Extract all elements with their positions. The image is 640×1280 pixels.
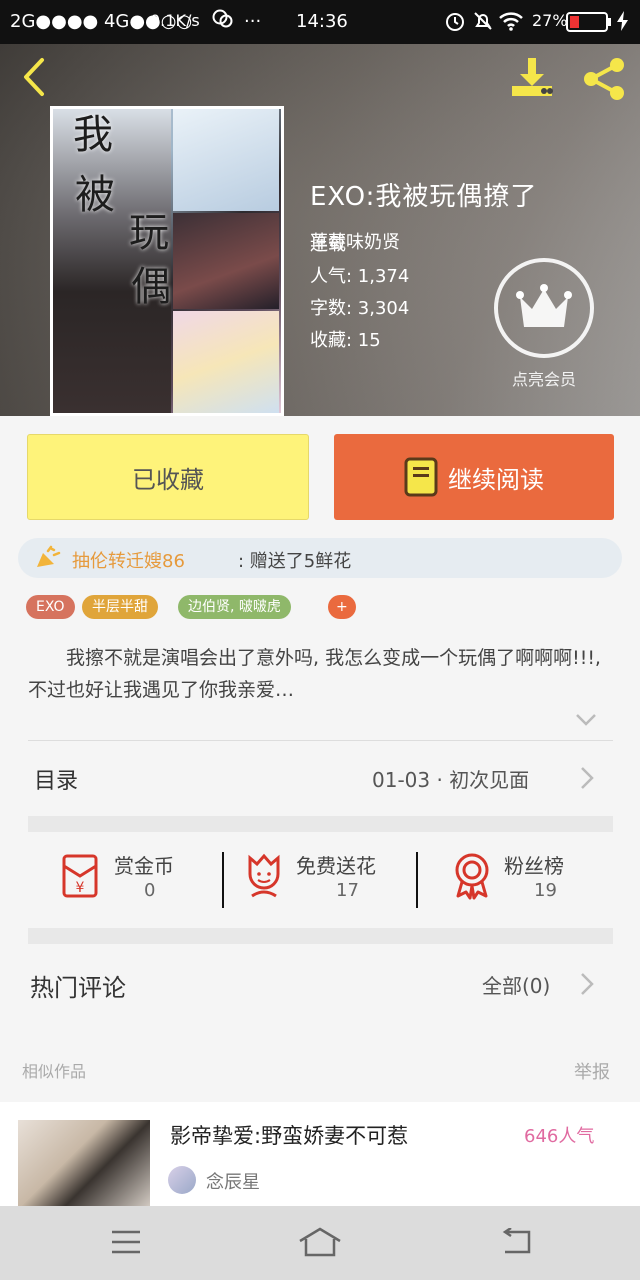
similar-book-card[interactable]: 影帝挚爱:野蛮娇妻不可惹 646人气 念辰星 <box>0 1102 640 1210</box>
book-word-count: 字数: 3,304 <box>310 298 410 319</box>
chevron-left-icon <box>24 58 44 96</box>
menu-icon <box>112 1230 140 1254</box>
svg-text:¥: ¥ <box>76 880 85 896</box>
chevron-right-icon <box>580 972 594 1000</box>
book-description: 我擦不就是演唱会出了意外吗, 我怎么变成一个玩偶了啊啊啊!!!, 不过也好让我遇… <box>28 647 601 701</box>
book-title: EXO:我被玩偶撩了 <box>310 182 538 212</box>
charging-icon <box>616 10 630 37</box>
report-button[interactable]: 举报 <box>574 1058 610 1084</box>
reward-coins-button[interactable]: ¥ 赏金币 0 <box>56 848 206 908</box>
similar-book-title: 影帝挚爱:野蛮娇妻不可惹 <box>170 1124 409 1148</box>
flower-message: : 赠送了5鲜花 <box>238 551 352 572</box>
clock: 14:36 <box>296 11 348 32</box>
book-icon <box>404 457 438 497</box>
red-envelope-icon: ¥ <box>56 852 104 904</box>
share-button[interactable] <box>580 56 630 102</box>
stat-separator <box>416 852 418 908</box>
flower-sender[interactable]: 抽伦转迁嫂86 <box>72 547 185 573</box>
vip-button[interactable]: 点亮会员 <box>492 258 596 389</box>
section-separator <box>28 816 613 832</box>
cover-title-char: 我 <box>73 112 113 158</box>
more-dots: ··· <box>244 11 262 32</box>
cover-title-char: 偶 <box>131 264 171 310</box>
home-icon <box>299 1227 341 1257</box>
back-nav-button[interactable] <box>494 1222 538 1262</box>
free-flower-label: 免费送花 <box>296 854 376 878</box>
collected-button[interactable]: 已收藏 <box>27 434 309 520</box>
section-separator <box>28 928 613 944</box>
free-flower-value: 17 <box>336 880 359 901</box>
add-tag-button[interactable]: + <box>328 595 356 619</box>
toc-label: 目录 <box>34 769 79 794</box>
continue-reading-button[interactable]: 继续阅读 <box>334 434 614 520</box>
fan-ranking-value: 19 <box>534 880 557 901</box>
cover-title-char: 玩 <box>129 210 169 256</box>
fan-ranking-button[interactable]: 粉丝榜 19 <box>450 848 600 908</box>
wechat-icon <box>212 8 234 35</box>
home-button[interactable] <box>298 1222 342 1262</box>
share-icon <box>584 58 624 100</box>
battery-percent: 27% <box>532 11 568 30</box>
cover-photo-boy-2 <box>173 311 279 413</box>
collected-label: 已收藏 <box>132 465 204 494</box>
author-avatar <box>168 1166 196 1194</box>
expand-chevron-icon[interactable] <box>574 712 598 732</box>
flower-gift-notice: 抽伦转迁嫂86 : 赠送了5鲜花 <box>18 538 622 578</box>
similar-works-label: 相似作品 <box>22 1062 87 1081</box>
download-icon <box>512 58 553 96</box>
book-cover[interactable]: 我 被 玩 偶 <box>50 106 284 416</box>
similar-book-popularity: 646人气 <box>524 1126 595 1147</box>
book-status: 连载 <box>310 234 346 255</box>
latest-chapter: 01-03 · 初次见面 <box>372 768 530 792</box>
vip-badge <box>494 258 594 358</box>
network-speed: 0.1K/s <box>150 11 200 30</box>
cover-photo-doll <box>173 109 279 211</box>
fan-ranking-label: 粉丝榜 <box>504 854 564 878</box>
cover-photo-boy-1 <box>173 213 279 309</box>
reward-coins-label: 赏金币 <box>114 854 174 878</box>
tag-exo[interactable]: EXO <box>26 595 75 619</box>
alarm-icon <box>444 10 466 37</box>
menu-button[interactable] <box>104 1222 148 1262</box>
back-button[interactable] <box>16 54 56 100</box>
wifi-icon <box>498 10 524 37</box>
all-comments-link[interactable]: 全部(0) <box>482 970 550 999</box>
hot-comments-label: 热门评论 <box>30 974 126 1002</box>
tag-sweet[interactable]: 半层半甜 <box>82 595 158 619</box>
similar-book-author: 念辰星 <box>206 1172 260 1193</box>
flower-icon <box>242 852 286 904</box>
cover-title-char: 被 <box>75 172 115 218</box>
book-header: 我 被 玩 偶 EXO:我被玩偶撩了 草莓味奶贤 连载 人气: 1,374 字数… <box>0 44 640 416</box>
stat-separator <box>222 852 224 908</box>
continue-reading-label: 继续阅读 <box>448 465 544 494</box>
free-flower-button[interactable]: 免费送花 17 <box>242 848 412 908</box>
book-favorites: 收藏: 15 <box>310 330 381 351</box>
return-icon <box>502 1228 531 1254</box>
mute-bell-icon <box>472 10 494 37</box>
vip-label: 点亮会员 <box>511 370 576 389</box>
cover-artwork: 我 被 玩 偶 <box>53 109 281 413</box>
crown-icon <box>516 284 572 327</box>
reward-coins-value: 0 <box>144 880 156 901</box>
status-bar: 2G●●●● 4G●●○○ 0.1K/s ··· 14:36 27% <box>0 0 640 44</box>
chevron-right-icon <box>580 766 594 794</box>
battery-icon <box>566 12 612 37</box>
divider <box>28 740 613 741</box>
book-popularity: 人气: 1,374 <box>310 266 410 287</box>
party-horn-icon <box>34 545 62 575</box>
system-nav-bar <box>0 1206 640 1280</box>
tag-characters[interactable]: 边伯贤, 啵啵虎 <box>178 595 291 619</box>
ribbon-badge-icon <box>450 852 494 904</box>
similar-book-cover <box>18 1120 150 1210</box>
download-button[interactable] <box>506 56 558 100</box>
